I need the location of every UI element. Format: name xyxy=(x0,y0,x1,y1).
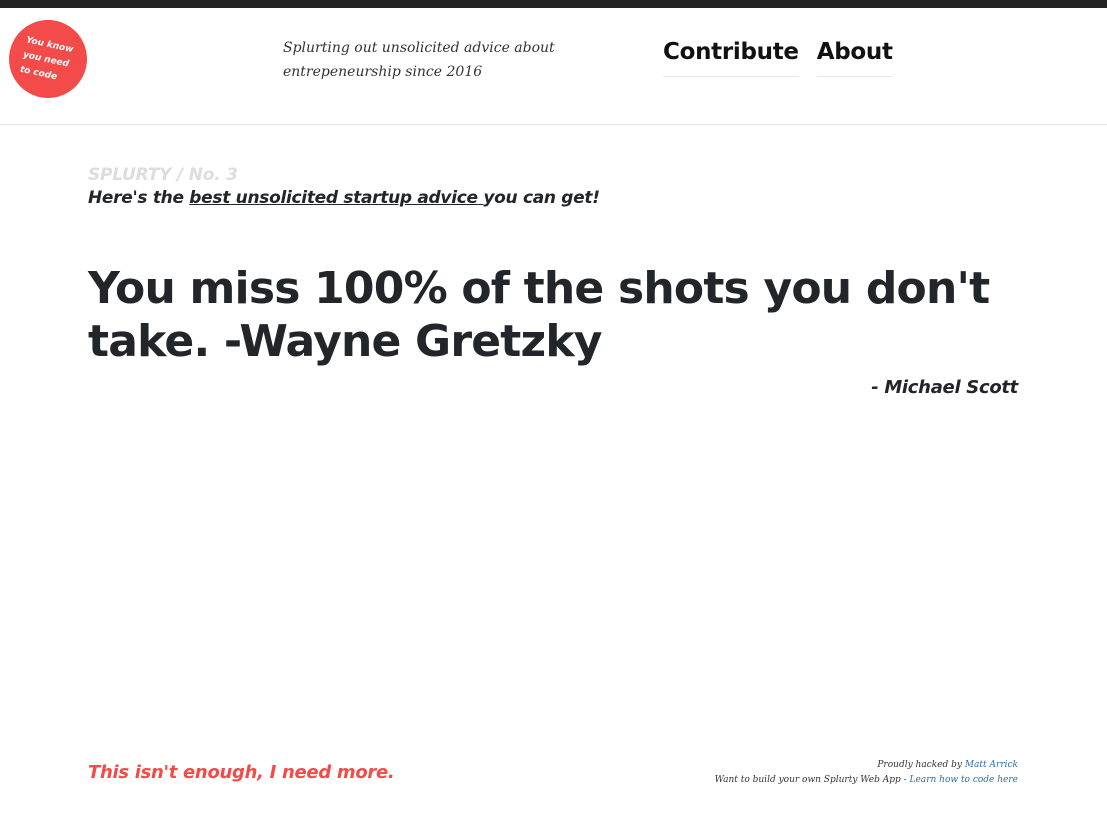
credit-line: Proudly hacked by Matt Arrick xyxy=(715,758,1018,773)
advice-subheading: Here's the best unsolicited startup advi… xyxy=(88,186,600,210)
advice-quote: You miss 100% of the shots you don't tak… xyxy=(88,263,990,367)
learn-to-code-link[interactable]: Learn how to code here xyxy=(910,775,1018,785)
badge-text: You know you need to code xyxy=(18,35,75,83)
need-more-link[interactable]: This isn't enough, I need more. xyxy=(88,760,395,786)
nav-contribute-link[interactable]: Contribute xyxy=(663,37,799,77)
subhead-suffix: you can get! xyxy=(483,188,600,208)
subhead-prefix: Here's the xyxy=(88,188,190,208)
build-prefix: Want to build your own Splurty Web App - xyxy=(714,775,910,785)
best-advice-link[interactable]: best unsolicited startup advice xyxy=(189,188,483,208)
site-header: You know you need to code Splurting out … xyxy=(0,8,1107,125)
splurty-issue-kicker: SPLURTY / No. 3 xyxy=(88,165,238,185)
credit-prefix: Proudly hacked by xyxy=(877,760,965,770)
top-bar xyxy=(0,0,1107,8)
footer-credits: Proudly hacked by Matt Arrick Want to bu… xyxy=(715,758,1018,788)
quote-attribution: - Michael Scott xyxy=(871,377,1018,398)
main-nav: Contribute About xyxy=(663,37,893,77)
you-need-to-code-badge[interactable]: You know you need to code xyxy=(9,20,87,98)
author-link[interactable]: Matt Arrick xyxy=(965,760,1018,770)
build-line: Want to build your own Splurty Web App -… xyxy=(715,773,1018,788)
site-tagline: Splurting out unsolicited advice about e… xyxy=(283,40,555,80)
nav-about-link[interactable]: About xyxy=(816,37,893,77)
